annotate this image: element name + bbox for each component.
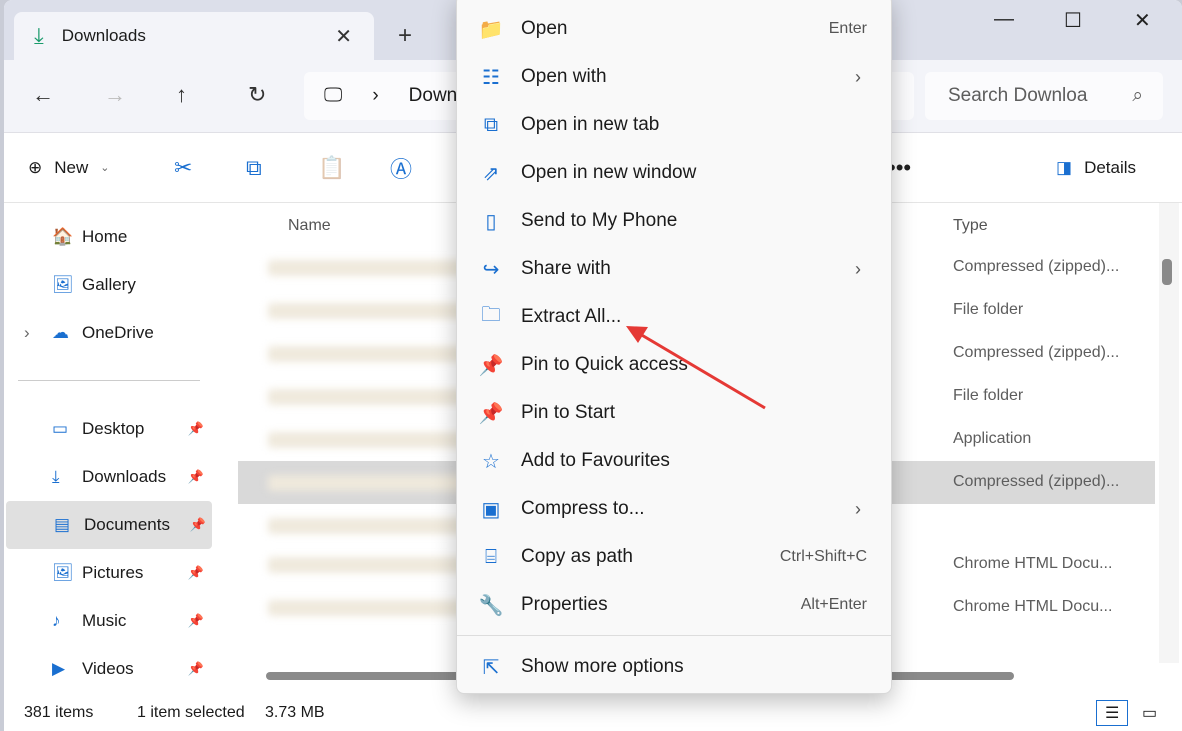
arrow-head [626, 326, 648, 343]
annotation-arrow [626, 326, 766, 410]
arrow-shaft [639, 332, 766, 410]
